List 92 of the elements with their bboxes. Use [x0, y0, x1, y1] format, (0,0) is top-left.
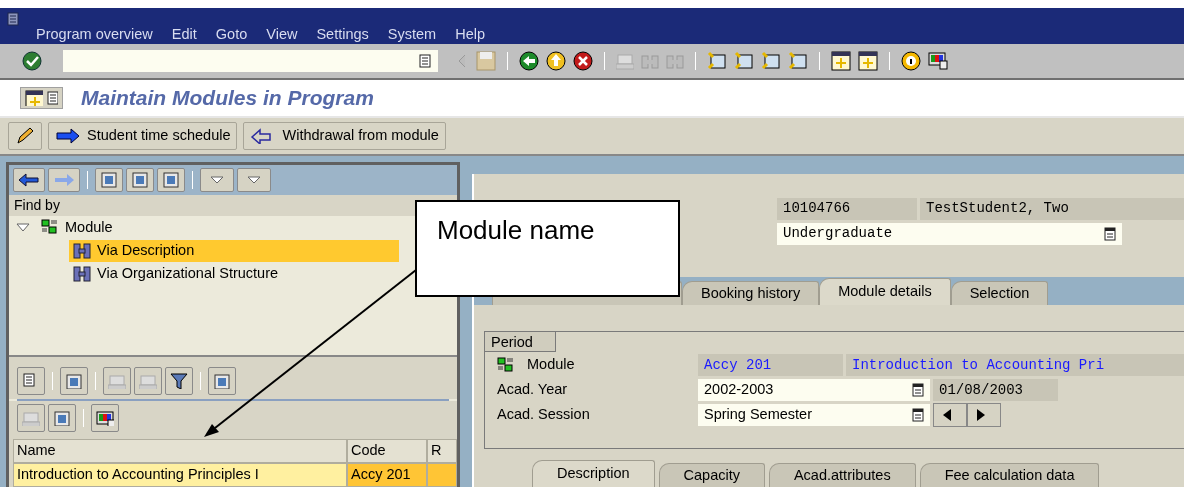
menu-item[interactable]: Help — [455, 24, 486, 46]
help-icon[interactable] — [901, 51, 921, 71]
screen-icon[interactable] — [25, 90, 43, 106]
screen-title: Maintain Modules in Program — [81, 85, 374, 111]
column-header[interactable]: Name — [13, 439, 347, 463]
next-page-icon[interactable] — [761, 51, 781, 71]
funnel-icon — [170, 373, 188, 389]
export-button[interactable] — [48, 404, 76, 432]
previous-button[interactable] — [933, 403, 967, 427]
tab[interactable]: Selection — [950, 281, 1049, 305]
right-arrow-icon — [55, 128, 79, 144]
table-cell: Accy 201 — [347, 463, 427, 487]
dropdown-icon[interactable] — [1104, 226, 1116, 241]
expand-button[interactable] — [200, 168, 234, 192]
filter-button[interactable] — [165, 367, 193, 395]
back-button[interactable] — [13, 168, 45, 192]
menu-item[interactable]: System — [387, 24, 437, 46]
delete-button[interactable] — [157, 168, 185, 192]
module-name-field: Introduction to Accounting Pri — [846, 354, 1184, 376]
toolbar-button[interactable]: Student time schedule — [48, 122, 238, 150]
tree-item[interactable]: Via Organizational Structure — [69, 262, 283, 285]
group-title: Period — [485, 332, 556, 352]
left-triangle-icon — [942, 409, 952, 421]
expand-icon[interactable] — [15, 221, 31, 234]
right-triangle-icon — [976, 409, 986, 421]
tab[interactable]: Acad.attributes — [768, 463, 916, 487]
create-button[interactable] — [95, 168, 123, 192]
tree-item[interactable]: Module — [37, 216, 117, 239]
field-label: Acad. Year — [497, 380, 568, 400]
display-button[interactable] — [126, 168, 154, 192]
student-number-field: 10104766 — [777, 197, 917, 220]
tab[interactable]: Fee calculation data — [919, 463, 1100, 487]
zoom-button[interactable] — [60, 367, 88, 395]
printer-icon — [22, 410, 40, 426]
menu-item[interactable]: View — [266, 24, 298, 46]
binoculars-icon — [73, 264, 91, 283]
field-label: Module — [527, 355, 575, 375]
details-button[interactable] — [17, 367, 45, 395]
last-page-icon[interactable] — [788, 51, 808, 71]
dropdown-icon[interactable] — [912, 408, 924, 422]
column-header[interactable]: R — [427, 439, 457, 463]
pencil-icon — [15, 126, 35, 146]
stack-icon — [108, 373, 126, 389]
menu-icon[interactable] — [46, 91, 58, 105]
chevron-icon — [246, 174, 262, 186]
tab[interactable]: Booking history — [682, 281, 820, 305]
module-icon — [497, 357, 515, 373]
new-session-icon[interactable] — [831, 51, 851, 71]
tab[interactable]: Module details — [819, 278, 951, 305]
tab[interactable]: Description — [532, 460, 655, 487]
edit-button[interactable] — [8, 122, 42, 150]
exit-icon[interactable] — [546, 51, 566, 71]
chevron-icon — [209, 174, 225, 186]
tab[interactable]: Capacity — [658, 463, 765, 487]
module-code-field: Accy 201 — [698, 354, 843, 376]
cancel-icon[interactable] — [573, 51, 593, 71]
layout-icon[interactable] — [928, 51, 948, 71]
module-icon — [41, 218, 59, 237]
menu-item[interactable]: Settings — [316, 24, 369, 46]
left-arrow-icon — [18, 172, 40, 188]
collapse-button[interactable] — [237, 168, 271, 192]
student-name-field: TestStudent2, Two — [920, 197, 1184, 220]
window-menu-icon[interactable] — [6, 11, 20, 26]
stack-icon — [139, 373, 157, 389]
first-page-icon[interactable] — [707, 51, 727, 71]
total-button[interactable] — [208, 367, 236, 395]
menu-item[interactable]: Edit — [171, 24, 197, 46]
next-button[interactable] — [967, 403, 1001, 427]
right-arrow-icon — [53, 172, 75, 188]
menu-item[interactable]: Program overview — [36, 24, 153, 46]
back-icon[interactable] — [519, 51, 539, 71]
column-header[interactable]: Code — [347, 439, 427, 463]
menu-item[interactable]: Goto — [215, 24, 248, 46]
field-label: Acad. Session — [497, 405, 590, 425]
callout-tooltip: Module name — [415, 200, 680, 297]
toolbar-button[interactable]: Withdrawal from module — [243, 122, 446, 150]
shortcut-icon[interactable] — [858, 51, 878, 71]
tree-item[interactable]: Via Description — [69, 239, 399, 262]
program-type-field[interactable]: Undergraduate — [777, 222, 1122, 245]
tree-header: Find by — [9, 195, 457, 216]
command-field[interactable] — [63, 50, 438, 72]
sort-ascending-button[interactable] — [103, 367, 131, 395]
dropdown-icon[interactable] — [912, 383, 924, 397]
binoculars-icon — [73, 241, 91, 260]
previous-page-icon[interactable] — [734, 51, 754, 71]
enter-icon[interactable] — [22, 51, 42, 71]
print-button[interactable] — [17, 404, 45, 432]
table-cell: Introduction to Accounting Principles I — [13, 463, 347, 487]
dropdown-field[interactable]: Spring Semester — [698, 404, 930, 426]
date-field: 01/08/2003 — [933, 379, 1058, 401]
layout-button[interactable] — [91, 404, 119, 432]
dropdown-field[interactable]: 2002-2003 — [698, 379, 930, 401]
